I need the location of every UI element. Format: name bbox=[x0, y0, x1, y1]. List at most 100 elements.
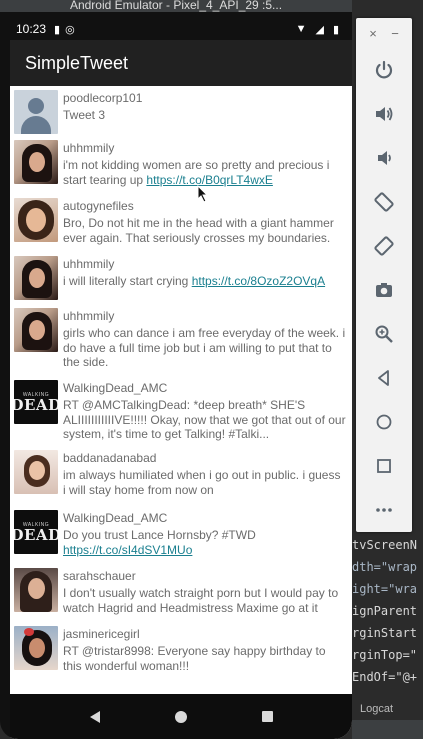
camera-icon bbox=[376, 283, 392, 297]
ide-code-line: ignParent bbox=[352, 604, 418, 618]
user-avatar[interactable] bbox=[14, 568, 58, 612]
tweet-item[interactable]: uhhmmily i will literally start crying h… bbox=[10, 252, 352, 304]
back-icon bbox=[90, 710, 100, 723]
more-dots-icon bbox=[376, 508, 392, 512]
volume-down-button[interactable] bbox=[356, 136, 412, 180]
home-icon bbox=[175, 710, 187, 723]
user-avatar[interactable] bbox=[14, 140, 58, 184]
ide-code-line: ight="wra bbox=[352, 582, 418, 596]
phone-screen: 10:23 ▮ ◎ ▼ ◢ ▮ SimpleTweet poodlecorp10… bbox=[10, 18, 352, 739]
user-avatar[interactable] bbox=[14, 626, 58, 670]
close-window-button[interactable]: × bbox=[369, 26, 377, 41]
app-bar: SimpleTweet bbox=[10, 40, 352, 86]
walking-dead-logo-icon[interactable]: WALKING DEAD bbox=[14, 510, 58, 554]
recents-icon bbox=[261, 711, 273, 722]
tweet-item[interactable]: poodlecorp101 Tweet 3 bbox=[10, 86, 352, 136]
ide-code-line: dth="wrap bbox=[352, 560, 418, 574]
volume-up-button[interactable] bbox=[356, 92, 412, 136]
ide-code-line: tvScreenN bbox=[352, 538, 418, 552]
emulator-toolbar: × − bbox=[356, 18, 412, 532]
tweet-username: uhhmmily bbox=[63, 141, 115, 155]
more-options-button[interactable] bbox=[356, 488, 412, 532]
tweet-username: jasminericegirl bbox=[63, 627, 140, 641]
toolbar-window-controls: × − bbox=[356, 18, 412, 48]
tweet-username: baddanadanabad bbox=[63, 451, 157, 465]
ide-code-line: EndOf="@+ bbox=[352, 670, 418, 684]
power-button[interactable] bbox=[356, 48, 412, 92]
screenshot-button[interactable] bbox=[356, 268, 412, 312]
app-title: SimpleTweet bbox=[25, 52, 129, 73]
status-time: 10:23 bbox=[16, 22, 47, 36]
back-button[interactable] bbox=[83, 705, 107, 729]
overview-nav-button[interactable] bbox=[356, 444, 412, 488]
tweet-text: Bro, Do not hit me in the head with a gi… bbox=[63, 216, 334, 245]
tweet-item[interactable]: WALKING DEAD WalkingDead_AMC RT @AMCTalk… bbox=[10, 376, 352, 446]
wifi-icon: ▼ bbox=[295, 23, 307, 35]
walking-dead-logo-icon[interactable]: WALKING DEAD bbox=[14, 380, 58, 424]
tweet-username: sarahschauer bbox=[63, 569, 136, 583]
tweet-text: im always humiliated when i go out in pu… bbox=[63, 468, 341, 497]
tweet-item[interactable]: sarahschauer I don't usually watch strai… bbox=[10, 564, 352, 622]
user-avatar[interactable] bbox=[14, 256, 58, 300]
logcat-tab[interactable]: Logcat bbox=[352, 703, 423, 719]
tweet-text: I don't usually watch straight porn but … bbox=[63, 586, 339, 615]
status-bar: 10:23 ▮ ◎ ▼ ◢ ▮ bbox=[10, 18, 352, 40]
ide-status-bar bbox=[352, 720, 423, 739]
tweet-text: Tweet 3 bbox=[63, 108, 106, 122]
signal-icon: ◢ bbox=[315, 23, 324, 36]
tweet-username: WalkingDead_AMC bbox=[63, 511, 168, 525]
tweet-text: i'm not kidding women are so pretty and … bbox=[63, 158, 330, 187]
volume-up-icon bbox=[376, 107, 393, 121]
user-avatar[interactable] bbox=[14, 308, 58, 352]
user-avatar[interactable] bbox=[14, 450, 58, 494]
recents-button[interactable] bbox=[255, 705, 279, 729]
rotate-left-button[interactable] bbox=[356, 180, 412, 224]
home-nav-button[interactable] bbox=[356, 400, 412, 444]
tweet-item[interactable]: autogynefiles Bro, Do not hit me in the … bbox=[10, 194, 352, 252]
zoom-button[interactable] bbox=[356, 312, 412, 356]
home-button[interactable] bbox=[169, 705, 193, 729]
tweet-item[interactable]: uhhmmily girls who can dance i am free e… bbox=[10, 304, 352, 376]
minimize-window-button[interactable]: − bbox=[391, 26, 399, 41]
tweet-item[interactable]: jasminericegirl RT @tristar8998: Everyon… bbox=[10, 622, 352, 682]
tweet-item[interactable]: WALKING DEAD WalkingDead_AMC Do you trus… bbox=[10, 506, 352, 564]
rotate-right-icon bbox=[374, 236, 394, 256]
volume-down-icon bbox=[378, 151, 391, 165]
logo-text-bottom: DEAD bbox=[14, 396, 58, 414]
default-avatar-icon[interactable] bbox=[14, 90, 58, 134]
back-nav-button[interactable] bbox=[356, 356, 412, 400]
mouse-cursor-icon bbox=[197, 185, 209, 203]
home-circle-icon bbox=[376, 414, 392, 430]
tweet-text: Do you trust Lance Hornsby? #TWD https:/… bbox=[63, 528, 256, 557]
logo-text-bottom: DEAD bbox=[14, 526, 58, 544]
tweet-username: poodlecorp101 bbox=[63, 91, 143, 105]
rotate-right-button[interactable] bbox=[356, 224, 412, 268]
tweet-item[interactable]: baddanadanabad im always humiliated when… bbox=[10, 446, 352, 506]
zoom-in-icon bbox=[375, 325, 393, 343]
emulator-window-title: Android Emulator - Pixel_4_API_29 :5... bbox=[0, 0, 352, 12]
tweet-text: RT @AMCTalkingDead: *deep breath* SHE'S … bbox=[63, 398, 346, 441]
tweet-timeline[interactable]: poodlecorp101 Tweet 3 uhhmmily i'm not k… bbox=[10, 86, 352, 694]
tweet-username: WalkingDead_AMC bbox=[63, 381, 168, 395]
ide-code-line: rginTop=" bbox=[352, 648, 418, 662]
tweet-link[interactable]: https://t.co/B0qrLT4wxE bbox=[146, 173, 273, 187]
tweet-username: uhhmmily bbox=[63, 309, 115, 323]
tweet-username: uhhmmily bbox=[63, 257, 115, 271]
ide-code-line: rginStart bbox=[352, 626, 418, 640]
user-avatar[interactable] bbox=[14, 198, 58, 242]
data-saver-icon: ◎ bbox=[65, 23, 75, 36]
tweet-text: RT @tristar8998: Everyone say happy birt… bbox=[63, 644, 326, 673]
battery-icon: ▮ bbox=[332, 23, 339, 36]
tweet-link[interactable]: https://t.co/sI4dSV1MUo bbox=[63, 543, 192, 557]
tweet-text: i will literally start crying https://t.… bbox=[63, 274, 326, 288]
sd-card-icon: ▮ bbox=[54, 23, 61, 36]
rotate-left-icon bbox=[374, 192, 394, 212]
navigation-bar bbox=[10, 694, 352, 739]
tweet-text: girls who can dance i am free everyday o… bbox=[63, 326, 346, 369]
tweet-link[interactable]: https://t.co/8OzoZ2OVqA bbox=[192, 274, 325, 288]
phone-frame: 10:23 ▮ ◎ ▼ ◢ ▮ SimpleTweet poodlecorp10… bbox=[0, 12, 352, 739]
back-triangle-icon bbox=[378, 370, 389, 386]
power-icon bbox=[375, 60, 393, 79]
tweet-item[interactable]: uhhmmily i'm not kidding women are so pr… bbox=[10, 136, 352, 194]
overview-square-icon bbox=[377, 459, 391, 473]
